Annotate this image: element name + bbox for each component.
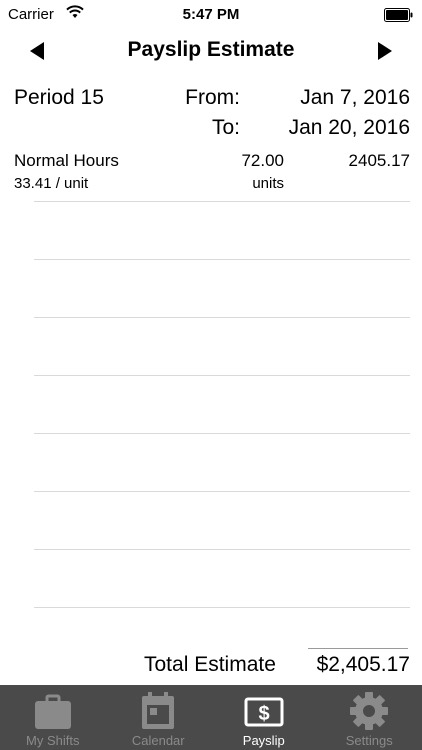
tab-payslip[interactable]: $ Payslip <box>211 685 317 750</box>
tab-label: My Shifts <box>26 733 80 748</box>
tab-label: Payslip <box>242 733 285 748</box>
to-date: Jan 20, 2016 <box>288 116 410 139</box>
row-divider <box>34 201 410 202</box>
page-title: Payslip Estimate <box>127 38 295 61</box>
navigation-bar: Payslip Estimate <box>0 30 422 72</box>
tab-settings[interactable]: Settings <box>317 685 422 750</box>
total-value: $2,405.17 <box>316 653 410 676</box>
row-divider <box>34 317 410 318</box>
tab-my-shifts[interactable]: My Shifts <box>0 685 106 750</box>
row-divider <box>34 433 410 434</box>
from-label: From: <box>185 86 240 109</box>
status-time: 5:47 PM <box>182 6 240 23</box>
item-unit: units <box>252 175 284 192</box>
row-divider <box>34 491 410 492</box>
row-divider <box>34 259 410 260</box>
next-period-button[interactable] <box>374 40 396 62</box>
svg-text:$: $ <box>258 703 269 725</box>
calendar-icon <box>142 692 175 729</box>
dollar-document-icon: $ <box>244 697 284 727</box>
tab-calendar[interactable]: Calendar <box>106 685 212 750</box>
row-divider <box>34 375 410 376</box>
item-name: Normal Hours <box>14 151 119 170</box>
row-divider <box>34 549 410 550</box>
item-quantity: 72.00 <box>241 151 284 170</box>
gear-icon <box>350 692 389 730</box>
right-triangle-icon <box>378 42 392 60</box>
to-label: To: <box>211 116 240 139</box>
total-divider <box>308 648 408 649</box>
battery-icon <box>384 8 413 22</box>
item-rate: 33.41 / unit <box>14 175 89 192</box>
briefcase-icon <box>34 694 71 729</box>
period-label: Period 15 <box>14 86 104 109</box>
row-divider <box>34 607 410 608</box>
tab-bar: My Shifts Calendar $ Payslip Settings <box>0 685 422 750</box>
total-label: Total Estimate <box>144 653 276 676</box>
tab-label: Settings <box>345 733 393 748</box>
tab-label: Calendar <box>131 733 185 748</box>
item-amount: 2405.17 <box>348 151 410 170</box>
from-date: Jan 7, 2016 <box>300 86 410 109</box>
status-bar: Carrier 5:47 PM <box>0 0 422 30</box>
